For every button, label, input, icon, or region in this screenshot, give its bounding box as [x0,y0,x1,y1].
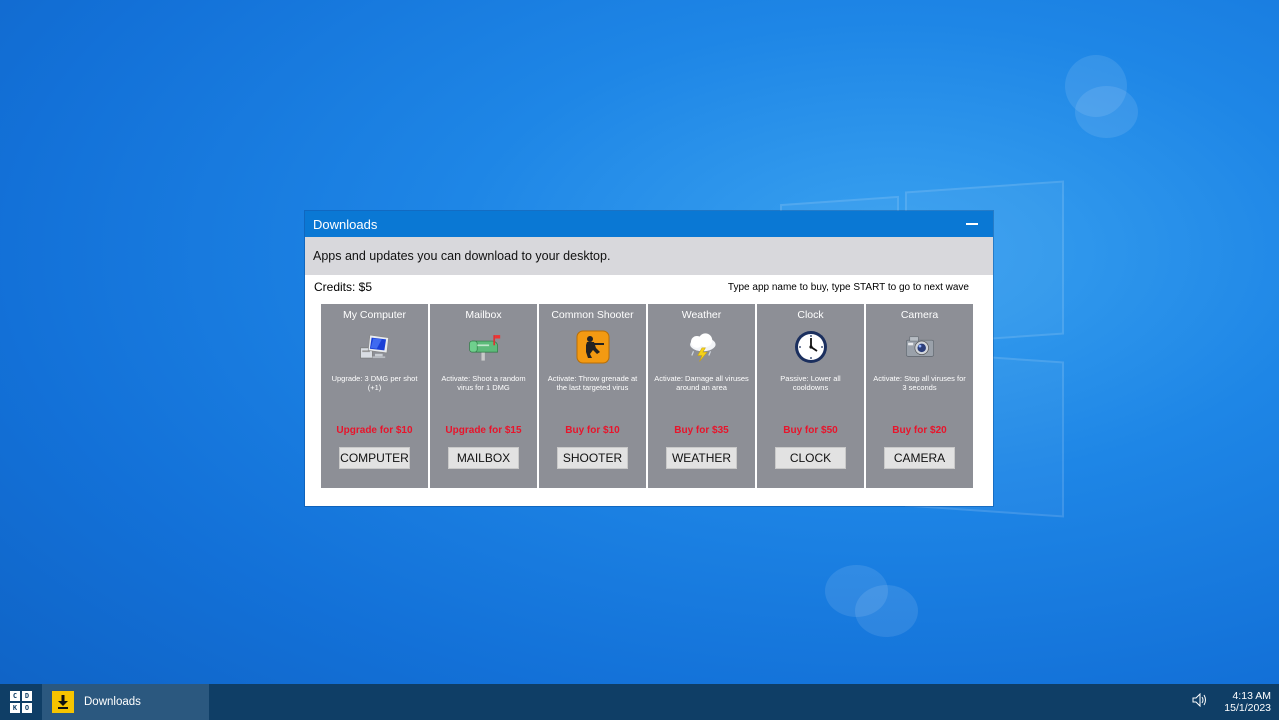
downloads-window: Downloads Apps and updates you can downl… [305,211,993,506]
start-button[interactable]: C D K O [0,684,42,720]
volume-icon[interactable] [1192,692,1208,712]
system-tray: 4:13 AM 15/1/2023 [1192,684,1271,720]
card-title: Weather [681,309,722,321]
start-logo-icon: C D K O [10,691,32,713]
card-description: Activate: Stop all viruses for 3 seconds [873,374,966,392]
taskbar-item-label: Downloads [84,696,141,708]
taskbar-item-downloads[interactable]: Downloads [42,684,209,720]
app-card-common-shooter: Common Shooter Activate: Throw grenade a… [539,304,646,488]
weather-icon [685,330,719,364]
card-title: My Computer [342,309,406,321]
card-title: Common Shooter [551,309,634,321]
window-title: Downloads [313,216,378,232]
buy-clock-button[interactable]: CLOCK [775,447,846,469]
app-card-camera: Camera Activate: Stop all viruses for 3 … [866,304,973,488]
app-card-my-computer: My Computer Upgrade: 3 DMG per shot (+1)… [321,304,428,488]
app-cards: My Computer Upgrade: 3 DMG per shot (+1)… [321,304,973,488]
card-title: Camera [900,309,939,321]
wallpaper-bubble [1075,86,1138,138]
subheader-text: Apps and updates you can download to you… [313,249,611,263]
card-description: Passive: Lower all cooldowns [780,374,841,392]
window-titlebar[interactable]: Downloads [305,211,993,237]
info-bar: Credits: $5 Type app name to buy, type S… [305,275,993,299]
start-letter: K [10,703,20,713]
credits-label: Credits: $5 [314,280,373,294]
start-letter: C [10,691,20,701]
buy-computer-button[interactable]: COMPUTER [339,447,410,469]
buy-weather-button[interactable]: WEATHER [666,447,737,469]
card-title: Mailbox [465,309,502,321]
card-description: Upgrade: 3 DMG per shot (+1) [331,374,418,392]
taskbar: C D K O Downloads 4:13 AM 15/1/2023 [0,684,1279,720]
app-card-weather: Weather Activate: Damage all viruses aro… [648,304,755,488]
buy-mailbox-button[interactable]: MAILBOX [448,447,519,469]
instruction-hint: Type app name to buy, type START to go t… [727,281,969,293]
clock-date: 15/1/2023 [1224,702,1271,714]
card-price: Upgrade for $15 [445,425,522,436]
app-card-mailbox: Mailbox Activate: Shoot a random virus f… [430,304,537,488]
clock-time: 4:13 AM [1232,690,1271,702]
card-price: Buy for $20 [892,425,947,436]
minimize-button[interactable] [961,214,985,234]
taskbar-clock[interactable]: 4:13 AM 15/1/2023 [1224,690,1271,714]
buy-shooter-button[interactable]: SHOOTER [557,447,628,469]
card-price: Buy for $35 [674,425,729,436]
card-title: Clock [797,309,824,321]
computer-icon [358,330,392,364]
card-description: Activate: Shoot a random virus for 1 DMG [441,374,526,392]
minimize-icon [966,223,978,225]
app-card-clock: Clock Passive: Lower all cooldowns Buy f… [757,304,864,488]
mailbox-icon [467,330,501,364]
card-description: Activate: Throw grenade at the last targ… [547,374,638,392]
wallpaper-bubble [855,585,918,637]
start-letter: D [22,691,32,701]
start-letter: O [22,703,32,713]
card-price: Buy for $50 [783,425,838,436]
shooter-icon [576,330,610,364]
camera-icon [903,330,937,364]
window-subheader: Apps and updates you can download to you… [305,237,993,275]
card-price: Buy for $10 [565,425,620,436]
buy-camera-button[interactable]: CAMERA [884,447,955,469]
card-description: Activate: Damage all viruses around an a… [654,374,749,392]
download-icon [52,691,74,713]
clock-icon [794,330,828,364]
card-price: Upgrade for $10 [336,425,413,436]
